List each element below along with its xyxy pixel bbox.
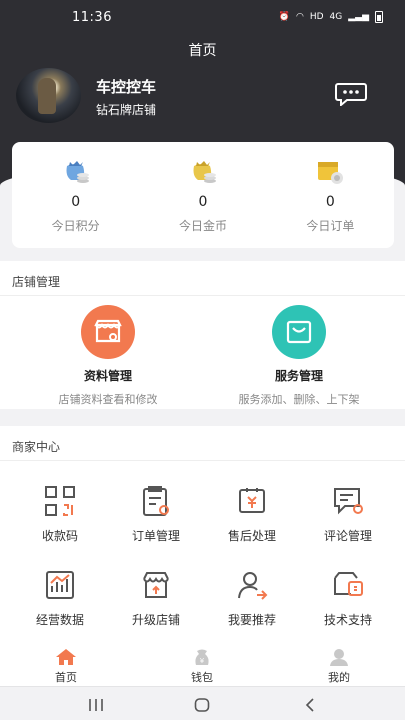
grid-item-review[interactable]: 评论管理: [300, 484, 396, 544]
stat-label: 今日订单: [306, 219, 355, 233]
home-icon: [55, 648, 77, 666]
tab-label: 我的: [328, 671, 350, 684]
stat-value: 0: [71, 194, 81, 210]
grid-item-after-sales[interactable]: 售后处理: [204, 484, 300, 544]
shopping-bag-icon: [272, 305, 326, 359]
back-icon[interactable]: [302, 697, 318, 716]
svg-text:¥: ¥: [200, 657, 205, 665]
grid-label: 订单管理: [131, 529, 180, 543]
mgmt-desc: 店铺资料查看和修改: [58, 393, 158, 406]
tab-label: 首页: [55, 671, 77, 684]
signal-icon: ▂▃▅: [348, 12, 369, 22]
status-icons: ⏰ ◠ HD 4G ▂▃▅: [279, 11, 383, 23]
points-coin-icon: [61, 156, 91, 186]
grid-item-business-data[interactable]: 经营数据: [12, 568, 108, 628]
home-button-icon[interactable]: [194, 697, 210, 716]
grid-item-qr-code[interactable]: 收款码: [12, 484, 108, 544]
grid-label: 收款码: [41, 529, 78, 543]
mgmt-desc: 服务添加、删除、上下架: [238, 393, 360, 406]
store-settings-icon: [81, 305, 135, 359]
status-time: 11:36: [72, 10, 112, 25]
grid-label: 升级店铺: [131, 613, 180, 627]
qr-code-icon: [43, 484, 77, 518]
review-icon: [331, 484, 365, 518]
stats-card: 0 今日积分 0 今日金币 0 今日订单: [12, 142, 394, 248]
stat-value: 0: [198, 194, 208, 210]
after-sales-icon: [235, 484, 269, 518]
stat-orders[interactable]: 0 今日订单: [267, 142, 394, 248]
mgmt-title: 资料管理: [83, 369, 132, 383]
profile-icon: [328, 648, 350, 666]
tab-home[interactable]: 首页: [26, 648, 106, 685]
store-name: 车控控车: [96, 78, 157, 96]
upgrade-store-icon: [139, 568, 173, 602]
divider: [0, 295, 405, 296]
stat-label: 今日积分: [51, 219, 100, 233]
battery-icon: [375, 11, 383, 23]
shop-management-section: 店铺管理 资料管理 店铺资料查看和修改 服务管理 服务添加、删除、上下架: [0, 261, 405, 409]
divider: [0, 460, 405, 461]
system-nav-bar: [0, 686, 405, 720]
stat-points[interactable]: 0 今日积分: [12, 142, 139, 248]
grid-item-tech-support[interactable]: 技术支持: [300, 568, 396, 628]
hd-indicator: HD: [309, 12, 324, 22]
merchant-center-section: 商家中心 收款码 订单管理 售后处理 评论管理 经营数据 升级店铺 我要推荐 技…: [0, 426, 405, 648]
alarm-icon: ⏰: [278, 12, 290, 22]
tab-bar: 首页 ¥ 钱包 我的: [0, 644, 405, 686]
grid-label: 经营数据: [35, 613, 84, 627]
grid-item-upgrade-store[interactable]: 升级店铺: [108, 568, 204, 628]
status-bar: 11:36 ⏰ ◠ HD 4G ▂▃▅: [0, 0, 405, 34]
section-title: 店铺管理: [12, 275, 61, 289]
tab-profile[interactable]: 我的: [299, 648, 379, 685]
grid-item-referral[interactable]: 我要推荐: [204, 568, 300, 628]
wifi-icon: ◠: [295, 12, 304, 22]
page-title: 首页: [188, 43, 217, 59]
stat-label: 今日金币: [178, 219, 227, 233]
support-icon: [331, 568, 365, 602]
grid-label: 评论管理: [323, 529, 372, 543]
grid-label: 技术支持: [323, 613, 372, 627]
mgmt-title: 服务管理: [274, 369, 323, 383]
wallet-icon: ¥: [191, 648, 213, 666]
avatar[interactable]: [16, 68, 81, 123]
store-level: 钻石牌店铺: [96, 103, 157, 117]
grid-label: 售后处理: [227, 529, 276, 543]
stat-value: 0: [325, 194, 335, 210]
referral-icon: [235, 568, 269, 602]
tab-wallet[interactable]: ¥ 钱包: [162, 648, 242, 685]
chart-icon: [43, 568, 77, 602]
network-indicator: 4G: [329, 12, 343, 22]
service-management[interactable]: 服务管理 服务添加、删除、上下架: [199, 305, 399, 407]
order-list-icon: [139, 484, 173, 518]
tab-label: 钱包: [191, 671, 213, 684]
stat-coins[interactable]: 0 今日金币: [139, 142, 266, 248]
chat-icon[interactable]: [335, 82, 367, 108]
profile-management[interactable]: 资料管理 店铺资料查看和修改: [8, 305, 208, 407]
grid-item-order-management[interactable]: 订单管理: [108, 484, 204, 544]
section-title: 商家中心: [12, 440, 61, 454]
recent-apps-icon[interactable]: [88, 697, 104, 716]
grid-label: 我要推荐: [227, 613, 276, 627]
order-box-icon: [315, 156, 345, 186]
gold-coin-icon: [188, 156, 218, 186]
